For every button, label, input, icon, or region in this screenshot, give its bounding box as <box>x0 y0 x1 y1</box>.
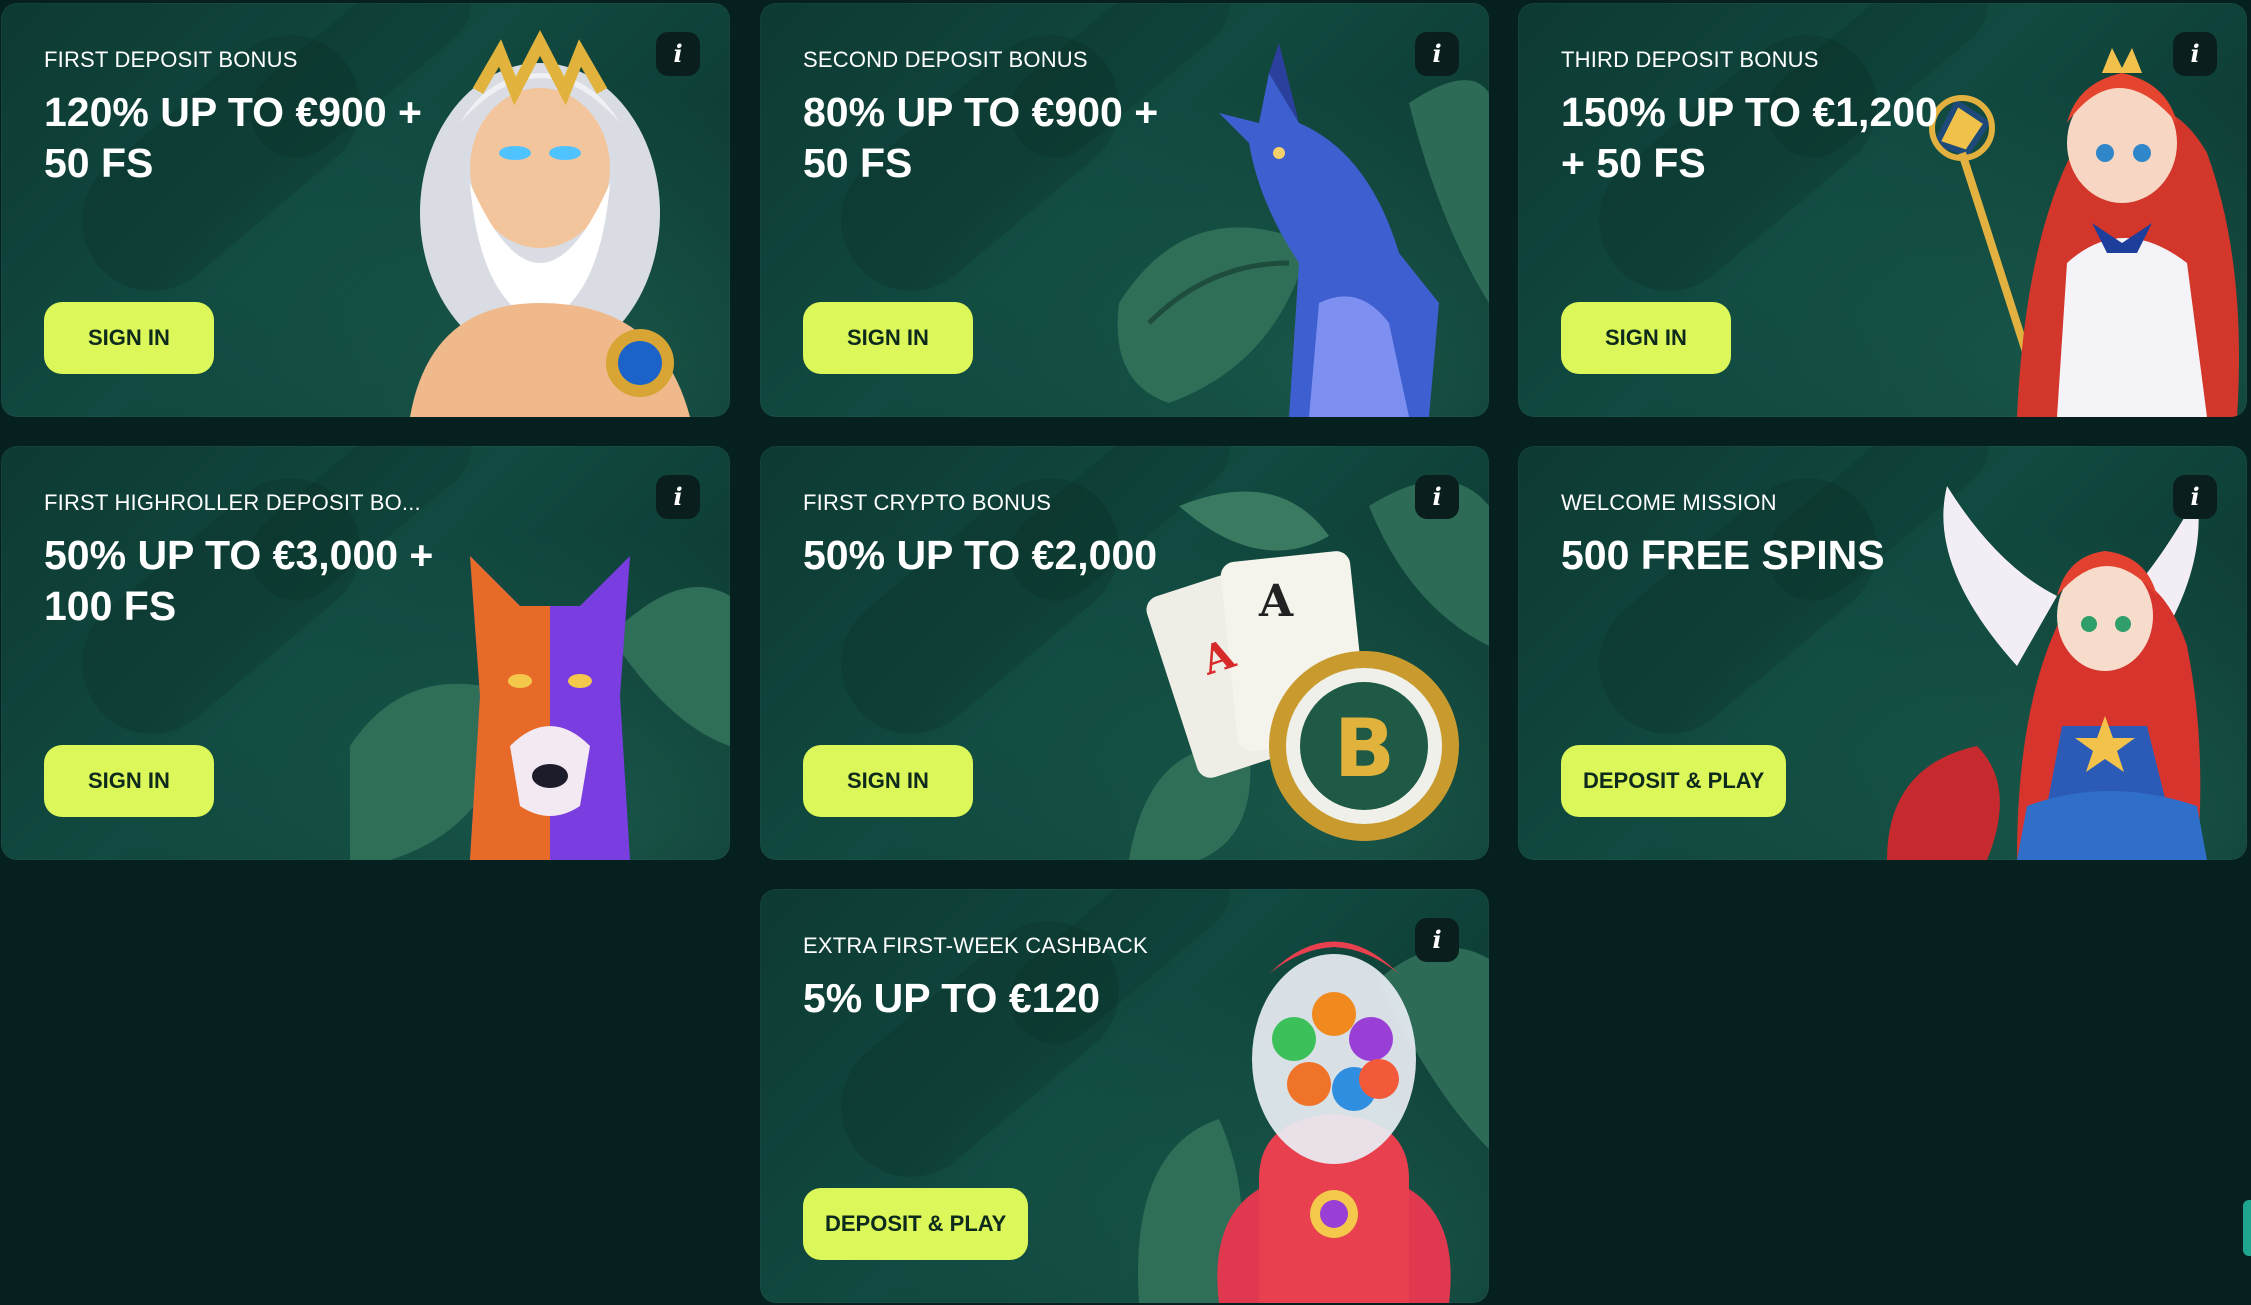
sign-in-button[interactable]: SIGN IN <box>44 302 214 374</box>
bonus-label: FIRST DEPOSIT BONUS <box>44 47 298 72</box>
bonus-card-third-deposit: THIRD DEPOSIT BONUS 150% UP TO €1,200 + … <box>1518 3 2247 417</box>
bonus-label: FIRST HIGHROLLER DEPOSIT BO... <box>44 490 421 515</box>
bonus-title: 150% UP TO €1,200 + 50 FS <box>1561 89 1938 186</box>
bonus-title: 120% UP TO €900 + 50 FS <box>44 89 422 186</box>
info-icon[interactable]: i <box>1415 32 1459 76</box>
bonus-title: 80% UP TO €900 + 50 FS <box>803 89 1159 186</box>
bonus-title: 5% UP TO €120 <box>803 975 1101 1021</box>
bonus-label: THIRD DEPOSIT BONUS <box>1561 47 1819 72</box>
info-icon[interactable]: i <box>656 475 700 519</box>
svg-text:A: A <box>1258 576 1294 627</box>
bonus-card-first-highroller: FIRST HIGHROLLER DEPOSIT BO... 50% UP TO… <box>1 446 730 860</box>
bonus-label: EXTRA FIRST-WEEK CASHBACK <box>803 933 1148 958</box>
sign-in-button[interactable]: SIGN IN <box>803 302 973 374</box>
bonus-label: WELCOME MISSION <box>1561 490 1777 515</box>
info-icon[interactable]: i <box>1415 475 1459 519</box>
bonus-card-second-deposit: SECOND DEPOSIT BONUS 80% UP TO €900 + 50… <box>760 3 1489 417</box>
bonus-grid: FIRST DEPOSIT BONUS 120% UP TO €900 + 50… <box>0 0 2251 1305</box>
sign-in-button[interactable]: SIGN IN <box>803 745 973 817</box>
svg-text:B: B <box>1334 702 1395 795</box>
bonus-card-welcome-mission: WELCOME MISSION 500 FREE SPINS DEPOSIT &… <box>1518 446 2247 860</box>
bonus-card-first-crypto: FIRST CRYPTO BONUS 50% UP TO €2,000 SIGN… <box>760 446 1489 860</box>
bonus-title: 500 FREE SPINS <box>1561 532 1885 578</box>
bonus-label: SECOND DEPOSIT BONUS <box>803 47 1088 72</box>
bonus-title: 50% UP TO €2,000 <box>803 532 1158 578</box>
info-icon[interactable]: i <box>2173 32 2217 76</box>
bonus-title: 50% UP TO €3,000 + 100 FS <box>44 532 434 629</box>
bonus-card-extra-cashback: EXTRA FIRST-WEEK CASHBACK 5% UP TO €120 … <box>760 889 1489 1303</box>
bonus-card-first-deposit: FIRST DEPOSIT BONUS 120% UP TO €900 + 50… <box>1 3 730 417</box>
side-scroll-tab[interactable] <box>2243 1200 2251 1256</box>
deposit-and-play-button[interactable]: DEPOSIT & PLAY <box>1561 745 1787 817</box>
info-icon[interactable]: i <box>656 32 700 76</box>
sign-in-button[interactable]: SIGN IN <box>1561 302 1731 374</box>
deposit-and-play-button[interactable]: DEPOSIT & PLAY <box>803 1188 1029 1260</box>
bonus-label: FIRST CRYPTO BONUS <box>803 490 1052 515</box>
sign-in-button[interactable]: SIGN IN <box>44 745 214 817</box>
info-icon[interactable]: i <box>1415 918 1459 962</box>
info-icon[interactable]: i <box>2173 475 2217 519</box>
